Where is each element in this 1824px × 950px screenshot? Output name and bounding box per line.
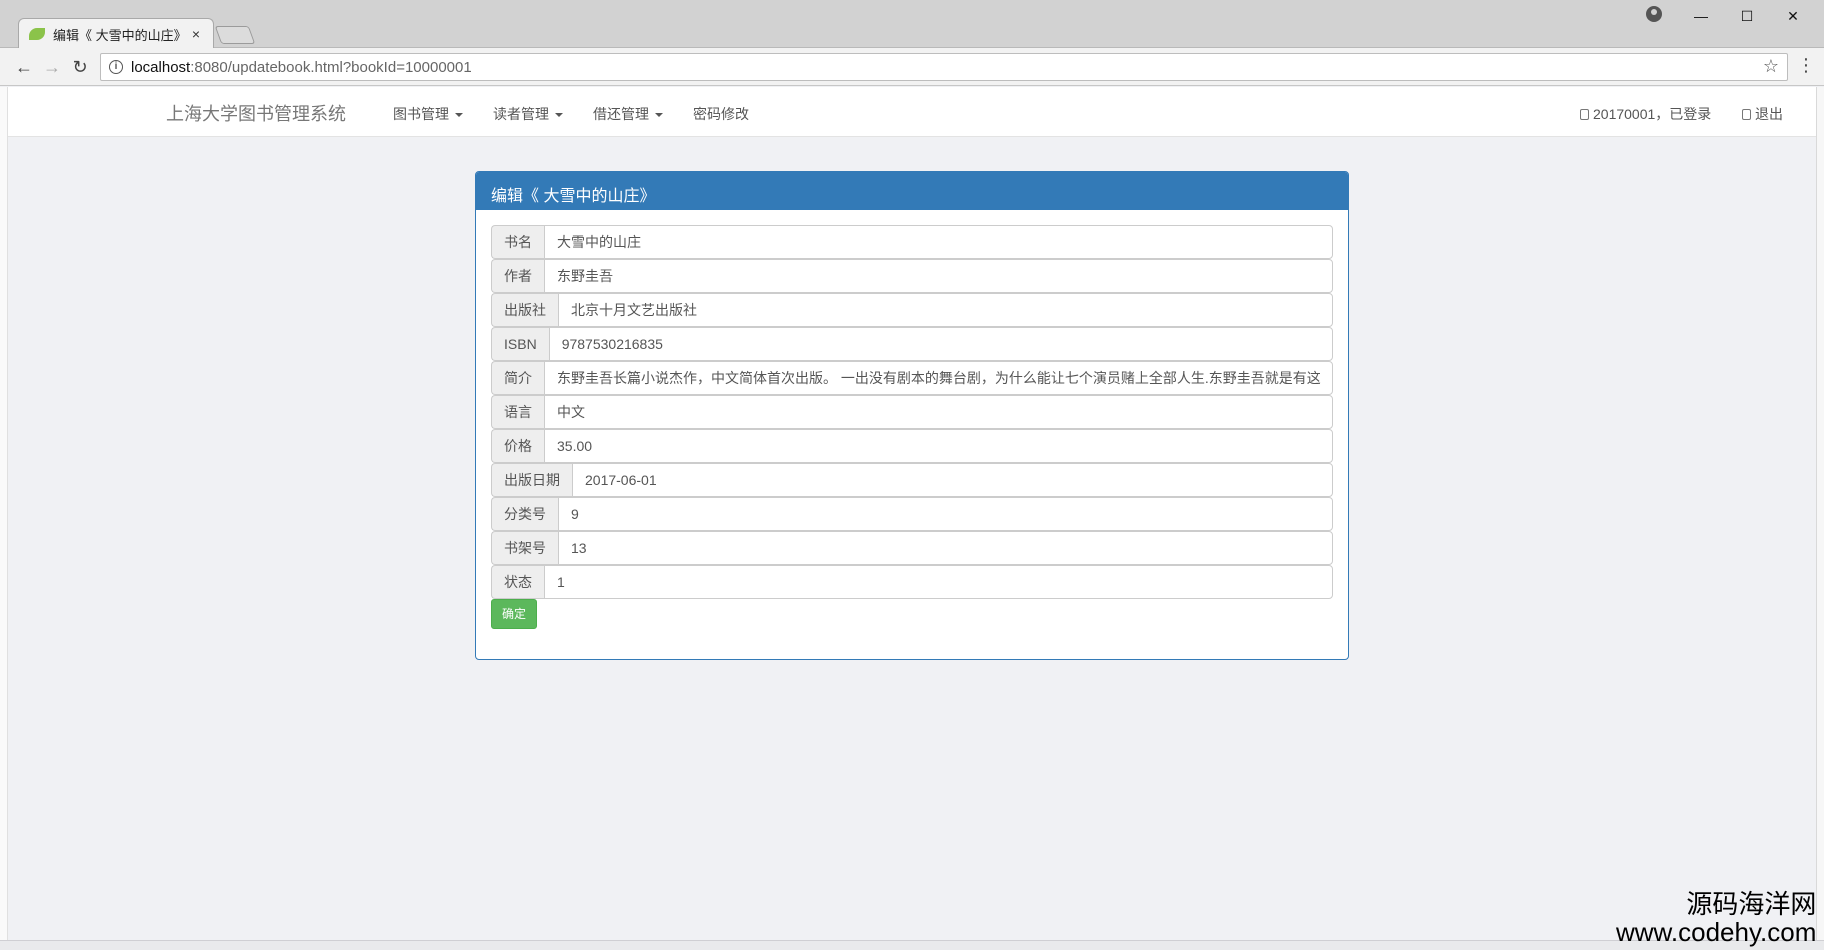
field-label: 状态 — [491, 565, 544, 599]
url-path: :8080/updatebook.html?bookId=10000001 — [190, 58, 472, 76]
site-info-icon[interactable]: i — [109, 60, 123, 74]
menu-book-management[interactable]: 图书管理 — [393, 104, 463, 124]
watermark-line-2: www.codehy.com — [1616, 917, 1817, 947]
publisher-input[interactable]: 北京十月文艺出版社 — [558, 293, 1333, 327]
menu-change-password[interactable]: 密码修改 — [693, 104, 749, 124]
field-label: ISBN — [491, 327, 549, 361]
maximize-icon[interactable]: ☐ — [1724, 0, 1770, 32]
minimize-icon[interactable]: — — [1678, 0, 1724, 32]
menu-label: 密码修改 — [693, 106, 749, 122]
field-label: 简介 — [491, 361, 544, 395]
leaf-favicon-icon — [29, 28, 45, 40]
menu-borrow-return[interactable]: 借还管理 — [593, 104, 663, 124]
close-window-icon[interactable]: ✕ — [1770, 0, 1816, 32]
field-label: 价格 — [491, 429, 544, 463]
right-edge — [1816, 87, 1824, 950]
field-label: 语言 — [491, 395, 544, 429]
caret-down-icon — [555, 113, 563, 118]
tab-title: 编辑《 大雪中的山庄》 — [53, 27, 187, 43]
edit-form: 书名 大雪中的山庄 作者 东野圭吾 出版社 北京十月文艺出版社 ISBN 978… — [476, 210, 1348, 644]
field-label: 作者 — [491, 259, 544, 293]
forward-icon[interactable]: → — [42, 57, 62, 77]
watermark-line-1: 源码海洋网 — [1686, 889, 1817, 919]
back-icon[interactable]: ← — [14, 57, 34, 77]
field-status: 状态 1 — [491, 565, 1333, 599]
field-label: 出版日期 — [491, 463, 572, 497]
tab-close-icon[interactable]: × — [189, 26, 203, 42]
brand-title[interactable]: 上海大学图书管理系统 — [166, 100, 346, 126]
left-edge — [0, 87, 8, 950]
menu-label: 读者管理 — [493, 106, 549, 122]
edit-book-panel: 编辑《 大雪中的山庄》 书名 大雪中的山庄 作者 东野圭吾 出版社 北京十月文艺… — [475, 171, 1349, 660]
field-label: 书架号 — [491, 531, 558, 565]
field-label: 分类号 — [491, 497, 558, 531]
class-number-input[interactable]: 9 — [558, 497, 1333, 531]
field-class-number: 分类号 9 — [491, 497, 1333, 531]
logout-icon — [1742, 109, 1751, 120]
field-label: 书名 — [491, 225, 544, 259]
field-label: 出版社 — [491, 293, 558, 327]
user-status[interactable]: 20170001，已登录 — [1580, 104, 1711, 124]
new-tab-button[interactable] — [214, 26, 256, 44]
reload-icon[interactable]: ↻ — [70, 57, 90, 77]
bookmark-star-icon[interactable]: ☆ — [1763, 56, 1779, 77]
browser-tab[interactable]: 编辑《 大雪中的山庄》 × — [18, 18, 214, 49]
field-author: 作者 东野圭吾 — [491, 259, 1333, 293]
submit-button[interactable]: 确定 — [491, 599, 537, 629]
app-navbar: 上海大学图书管理系统 图书管理 读者管理 借还管理 密码修改 20170001，… — [8, 87, 1816, 137]
field-publish-date: 出版日期 2017-06-01 — [491, 463, 1333, 497]
field-language: 语言 中文 — [491, 395, 1333, 429]
url-host: localhost — [131, 58, 191, 76]
field-introduction: 简介 东野圭吾长篇小说杰作，中文简体首次出版。 一出没有剧本的舞台剧，为什么能让… — [491, 361, 1333, 395]
author-input[interactable]: 东野圭吾 — [544, 259, 1333, 293]
shelf-number-input[interactable]: 13 — [558, 531, 1333, 565]
user-icon — [1580, 109, 1589, 120]
caret-down-icon — [655, 113, 663, 118]
menu-label: 借还管理 — [593, 106, 649, 122]
introduction-input[interactable]: 东野圭吾长篇小说杰作，中文简体首次出版。 一出没有剧本的舞台剧，为什么能让七个演… — [544, 361, 1333, 395]
bottom-edge — [0, 940, 1824, 950]
field-shelf-number: 书架号 13 — [491, 531, 1333, 565]
caret-down-icon — [455, 113, 463, 118]
price-input[interactable]: 35.00 — [544, 429, 1333, 463]
user-status-text: 20170001，已登录 — [1593, 106, 1712, 122]
field-title: 书名 大雪中的山庄 — [491, 225, 1333, 259]
isbn-input[interactable]: 9787530216835 — [548, 327, 1333, 361]
browser-menu-icon[interactable]: ⋮ — [1797, 55, 1815, 76]
field-price: 价格 35.00 — [491, 429, 1333, 463]
browser-toolbar: ← → ↻ i localhost:8080/updatebook.html?b… — [0, 48, 1824, 86]
publish-date-input[interactable]: 2017-06-01 — [572, 463, 1333, 497]
watermark: 源码海洋网 www.codehy.com — [1616, 890, 1816, 946]
field-isbn: ISBN 9787530216835 — [491, 327, 1333, 361]
title-input[interactable]: 大雪中的山庄 — [544, 225, 1333, 259]
panel-title: 编辑《 大雪中的山庄》 — [476, 172, 1348, 210]
browser-tabstrip: 编辑《 大雪中的山庄》 × — ☐ ✕ — [0, 0, 1824, 49]
status-input[interactable]: 1 — [544, 565, 1333, 599]
logout-label: 退出 — [1755, 106, 1783, 122]
address-bar[interactable]: i localhost:8080/updatebook.html?bookId=… — [100, 53, 1788, 81]
logout-link[interactable]: 退出 — [1742, 104, 1783, 124]
account-icon[interactable] — [1646, 6, 1662, 22]
menu-reader-management[interactable]: 读者管理 — [493, 104, 563, 124]
language-input[interactable]: 中文 — [544, 395, 1333, 429]
menu-label: 图书管理 — [393, 106, 449, 122]
field-publisher: 出版社 北京十月文艺出版社 — [491, 293, 1333, 327]
